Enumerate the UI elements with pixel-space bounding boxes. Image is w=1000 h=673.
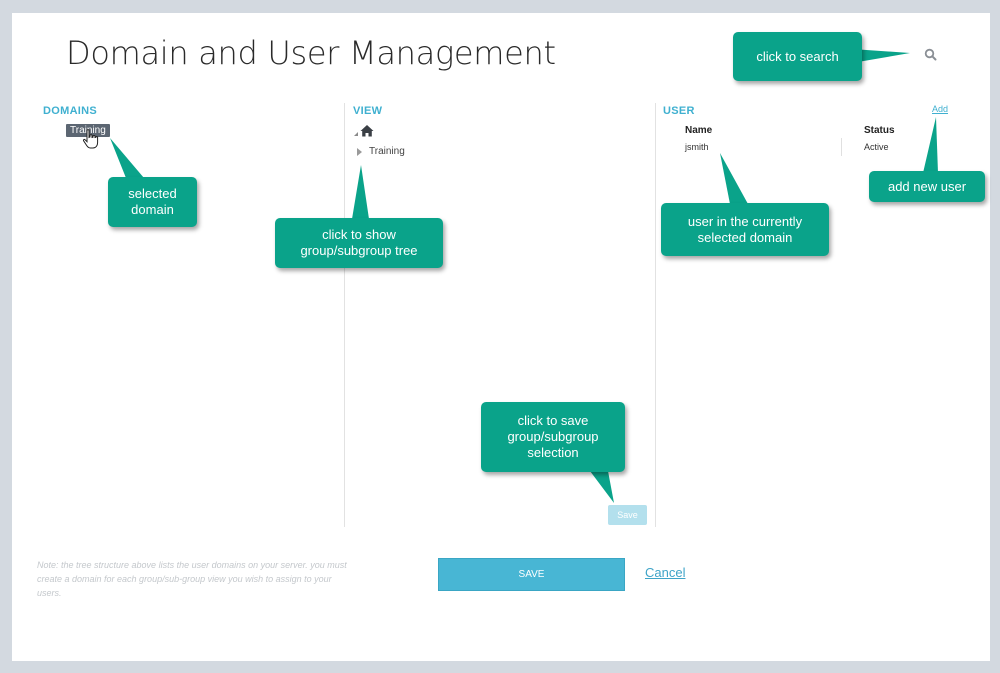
callout-save-selection: click to save group/subgroup selection: [481, 402, 625, 472]
callout-pointers: [110, 49, 938, 503]
callout-pointer-add-user: [923, 117, 938, 173]
callout-pointer-selected-domain: [110, 138, 144, 178]
callout-add-user: add new user: [869, 171, 985, 202]
callout-pointer-save: [590, 471, 614, 503]
callout-pointer-show-tree: [352, 165, 369, 219]
callout-search: click to search: [733, 32, 862, 81]
callout-show-tree: click to show group/subgroup tree: [275, 218, 443, 268]
callout-selected-domain: selected domain: [108, 177, 197, 227]
callout-user-in-domain: user in the currently selected domain: [661, 203, 829, 256]
callout-pointer-user: [720, 153, 748, 204]
main-panel: Domain and User Management DOMAINS Train…: [12, 13, 990, 661]
